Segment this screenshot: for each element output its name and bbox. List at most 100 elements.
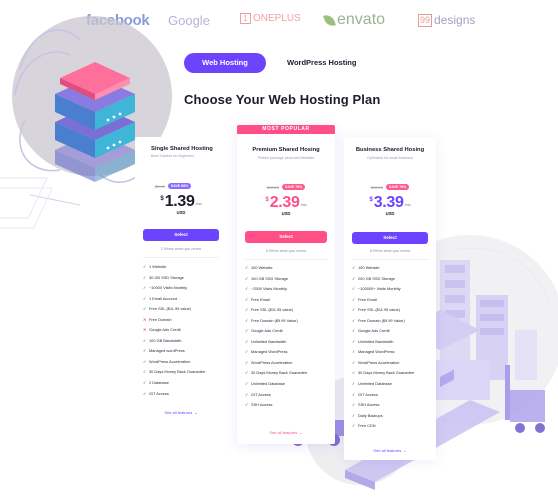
feature-item: ✓ 200 GB SSD Storage <box>352 274 414 285</box>
plan-subtitle: Best Solution for beginners <box>151 154 195 158</box>
check-icon: ✓ <box>352 338 356 344</box>
tab-wordpress-hosting[interactable]: WordPress Hosting <box>270 53 373 73</box>
check-icon: ✓ <box>352 423 356 429</box>
check-icon: ✓ <box>352 349 356 355</box>
price-period: /mo <box>195 202 202 206</box>
feature-item: ✓ SSH Access <box>352 400 414 411</box>
check-icon: ✓ <box>245 391 249 397</box>
check-icon: ✓ <box>245 402 249 408</box>
select-button[interactable]: Select <box>143 229 219 241</box>
page-title: Choose Your Web Hosting Plan <box>184 92 381 107</box>
feature-item: ✓ Google Ads Credit <box>352 326 414 337</box>
check-icon: ✓ <box>245 381 249 387</box>
feature-item: ✓ Google Ads Credit <box>245 326 307 337</box>
renew-price: 2.99/mo when you renew <box>160 247 202 251</box>
feature-item: ✓ Free SSL ($11.95 value) <box>245 305 307 316</box>
price: $ 2.39 /mo <box>237 194 335 211</box>
feature-item: ✓ 30 GB SSD Storage <box>143 273 205 284</box>
feature-item: ✓ 30 Days Money Back Guarantee <box>352 368 414 379</box>
feature-list: ✓ 100 Website ✓ 200 GB SSD Storage ✓ ~10000… <box>352 263 414 432</box>
price-unit: USD <box>281 211 291 216</box>
check-icon: ✓ <box>352 286 356 292</box>
chevron-down-icon: ⌄ <box>299 430 303 435</box>
check-icon: ✓ <box>245 296 249 302</box>
select-button[interactable]: Select <box>245 231 327 243</box>
price-unit: USD <box>385 211 395 216</box>
check-icon: ✓ <box>352 328 356 334</box>
price-period: /mo <box>300 203 307 207</box>
feature-item: ✓ Free SSL ($11.95 value) <box>352 305 414 316</box>
check-icon: ✓ <box>352 307 356 313</box>
check-icon: ✓ <box>352 359 356 365</box>
divider <box>245 259 327 260</box>
price: $ 1.39 /mo <box>135 193 227 210</box>
server-stack-icon <box>55 62 135 182</box>
99designs-logo: 99 designs <box>418 13 475 27</box>
feature-item: ✓ Managed WordPress <box>352 347 414 358</box>
check-icon: ✓ <box>143 295 147 301</box>
plan-card-single: Single Shared Hosting Best Solution for … <box>135 137 227 415</box>
feature-item: ✓ Free Domain ($9.99 Value) <box>352 316 414 327</box>
plan-card-business: Business Shared Hosing Optimized for sma… <box>344 137 436 460</box>
feature-item: ✓ Managed WordPress <box>245 347 307 358</box>
cross-icon: ✕ <box>143 327 147 333</box>
feature-item: ✓ WordPress Acceleration <box>352 358 414 369</box>
plan-name: Single Shared Hosting <box>151 146 213 152</box>
feature-item: ✓ 100 Website <box>245 263 307 274</box>
oneplus-wordmark: ONEPLUS <box>253 13 301 24</box>
check-icon: ✓ <box>352 381 356 387</box>
divider <box>143 257 219 258</box>
check-icon: ✓ <box>143 306 147 312</box>
feature-item: ✓ Managed wordPress <box>143 346 205 357</box>
check-icon: ✓ <box>143 274 147 280</box>
check-icon: ✓ <box>245 307 249 313</box>
check-icon: ✓ <box>143 358 147 364</box>
check-icon: ✓ <box>352 317 356 323</box>
feature-item: ✕ Google Ads Credit <box>143 325 205 336</box>
feature-item: ✓ WordPress Acceleration <box>143 357 205 368</box>
feature-item: ✓ SSH Access <box>245 400 307 411</box>
feature-item: ✓ Free SSL ($11.95 value) <box>143 304 205 315</box>
check-icon: ✓ <box>352 275 356 281</box>
renew-price: 5.99/mo when you renew <box>265 249 307 253</box>
envato-leaf-icon <box>323 12 336 28</box>
envato-wordmark: envato <box>337 11 386 28</box>
check-icon: ✓ <box>352 402 356 408</box>
check-icon: ✓ <box>245 265 249 270</box>
check-icon: ✓ <box>352 412 356 418</box>
check-icon: ✓ <box>245 359 249 365</box>
check-icon: ✓ <box>352 370 356 376</box>
99designs-wordmark: designs <box>434 13 476 27</box>
feature-item: ✓ Unlimited Bandwidth <box>245 337 307 348</box>
see-all-features-link[interactable]: See all features ⌄ <box>237 430 335 435</box>
check-icon: ✓ <box>245 338 249 344</box>
feature-item: ✓ 100 Website <box>352 263 414 274</box>
check-icon: ✓ <box>352 296 356 302</box>
tab-web-hosting[interactable]: Web Hosting <box>184 53 266 73</box>
google-logo: Google <box>168 13 210 28</box>
price-unit: USD <box>176 210 186 215</box>
price-row: $10.29 SAVE 75% <box>237 184 335 190</box>
feature-item: ✓ Unlimited Bandwidth <box>352 337 414 348</box>
feature-item: ✓ Free CDN <box>352 421 414 432</box>
feature-item: ✓ 30 Days Money Back Guarantee <box>245 368 307 379</box>
check-icon: ✓ <box>143 390 147 396</box>
see-all-features-link[interactable]: See all features ⌄ <box>135 410 227 415</box>
old-price: $5.49 <box>154 183 165 189</box>
oneplus-mark-icon: 1 <box>240 13 251 24</box>
hosting-type-tabs: Web Hosting WordPress Hosting <box>184 53 373 73</box>
renew-price: 8.99/mo when you renew <box>369 249 411 253</box>
see-all-features-link[interactable]: See all features ⌄ <box>344 448 436 453</box>
plan-name: Business Shared Hosing <box>355 147 425 153</box>
old-price: $10.29 <box>266 184 279 190</box>
feature-list: ✓ 100 Website ✓ 100 GB SSD Storage ✓ ~2500 … <box>245 263 307 411</box>
currency-symbol: $ <box>160 196 164 202</box>
feature-item: ✓ GIT Access <box>352 390 414 401</box>
check-icon: ✓ <box>143 369 147 375</box>
select-button[interactable]: Select <box>352 232 428 244</box>
check-icon: ✓ <box>245 317 249 323</box>
currency-symbol: $ <box>369 197 373 203</box>
check-icon: ✓ <box>143 348 147 354</box>
cross-icon: ✕ <box>143 316 147 322</box>
currency-symbol: $ <box>265 197 269 203</box>
